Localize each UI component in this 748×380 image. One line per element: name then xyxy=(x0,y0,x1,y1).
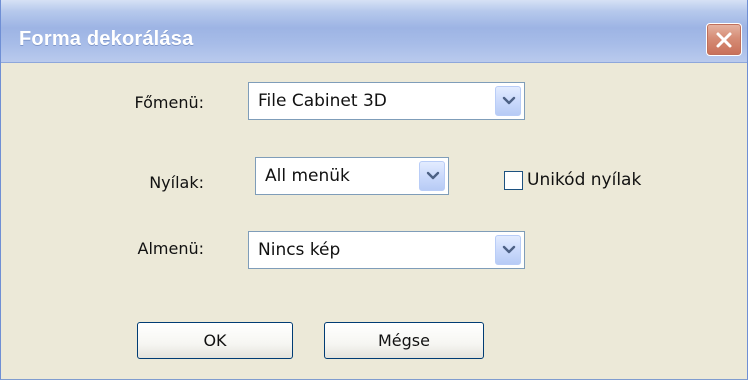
arrows-dropdown-button[interactable] xyxy=(419,161,445,191)
submenu-label: Almenü: xyxy=(137,239,205,258)
chevron-down-icon xyxy=(426,171,440,180)
submenu-selected-value: Nincs kép xyxy=(258,240,341,260)
arrows-label: Nyílak: xyxy=(149,173,204,192)
cancel-button[interactable]: Mégse xyxy=(324,322,484,359)
chevron-down-icon xyxy=(502,245,516,254)
arrows-select[interactable]: All menük xyxy=(255,157,449,195)
chevron-down-icon xyxy=(502,96,516,105)
arrows-selected-value: All menük xyxy=(265,166,350,186)
window-title: Forma dekorálása xyxy=(19,28,194,50)
close-button[interactable] xyxy=(706,23,742,56)
close-icon xyxy=(716,32,732,48)
main-menu-selected-value: File Cabinet 3D xyxy=(258,91,387,111)
submenu-dropdown-button[interactable] xyxy=(495,235,521,265)
unicode-arrows-label[interactable]: Unikód nyílak xyxy=(527,170,641,190)
main-menu-select[interactable]: File Cabinet 3D xyxy=(248,82,525,120)
ok-button[interactable]: OK xyxy=(137,322,293,359)
title-bar[interactable]: Forma dekorálása xyxy=(1,0,747,63)
main-menu-label: Főmenü: xyxy=(134,93,204,112)
unicode-arrows-checkbox[interactable] xyxy=(504,171,523,190)
dialog-window: Forma dekorálása Főmenü: File Cabinet 3D… xyxy=(0,0,748,380)
main-menu-dropdown-button[interactable] xyxy=(495,86,521,116)
submenu-select[interactable]: Nincs kép xyxy=(248,231,525,269)
